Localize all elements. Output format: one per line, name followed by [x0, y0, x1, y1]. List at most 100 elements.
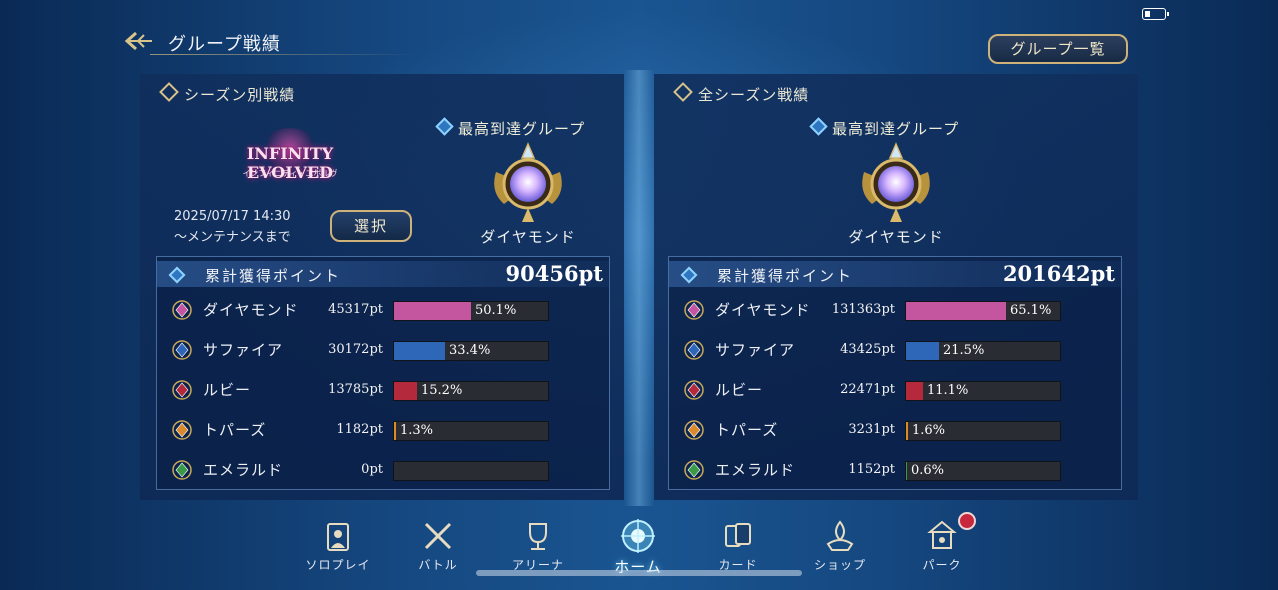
- stat-row: トパーズ 3231pt 1.6%: [669, 413, 1121, 453]
- stat-bar-track: 1.3%: [393, 421, 549, 441]
- stat-row: ダイヤモンド 131363pt 65.1%: [669, 293, 1121, 333]
- gem-icon: [683, 299, 705, 321]
- page-title: グループ戦績: [168, 34, 281, 55]
- diamond-bullet-icon: [680, 266, 698, 284]
- stat-row-points: 1182pt: [336, 422, 383, 437]
- deadline-date: 2025/07/17 14:30: [174, 209, 291, 224]
- stat-row: ルビー 13785pt 15.2%: [157, 373, 609, 413]
- season-logo: INFINITY EVOLVED インフィニティ・エボルヴ: [218, 128, 362, 184]
- bottom-nav: ソロプレイ バトル アリーナ ホーム カードショップ パーク: [0, 508, 1278, 590]
- stat-row-points: 0pt: [361, 462, 383, 477]
- stat-row-name: トパーズ: [715, 421, 779, 439]
- nav-item-cards[interactable]: カード: [698, 518, 778, 573]
- gem-icon: [683, 459, 705, 481]
- gem-icon: [171, 339, 193, 361]
- stat-bar-percent: 15.2%: [421, 383, 463, 398]
- stat-bar-fill: [906, 342, 939, 360]
- diamond-bullet-icon: [435, 117, 454, 136]
- stat-bar-track: 21.5%: [905, 341, 1061, 361]
- stat-bar-percent: 65.1%: [1010, 303, 1052, 318]
- gem-icon: [683, 419, 705, 441]
- nav-item-shop[interactable]: ショップ: [800, 518, 880, 573]
- stat-row-name: ダイヤモンド: [203, 301, 299, 319]
- stat-row: サファイア 30172pt 33.4%: [157, 333, 609, 373]
- stat-row: サファイア 43425pt 21.5%: [669, 333, 1121, 373]
- nav-label: ショップ: [813, 558, 866, 572]
- solo-play-icon: [320, 518, 356, 554]
- gem-icon: [683, 339, 705, 361]
- nav-item-park[interactable]: パーク: [902, 512, 982, 573]
- stat-bar-fill: [394, 382, 417, 400]
- back-arrow-icon[interactable]: [124, 30, 154, 52]
- best-group-name: ダイヤモンド: [480, 228, 576, 246]
- panel-divider: [624, 70, 654, 506]
- gem-icon: [171, 299, 193, 321]
- group-list-button[interactable]: グループ一覧: [988, 34, 1128, 64]
- stat-bar-track: 1.6%: [905, 421, 1061, 441]
- stat-row-points: 43425pt: [840, 342, 895, 357]
- stat-bar-fill: [394, 342, 445, 360]
- season-record-panel: シーズン別戦績 INFINITY EVOLVED インフィニティ・エボルヴ 20…: [140, 74, 624, 500]
- stat-row-name: エメラルド: [203, 461, 284, 479]
- stat-row-points: 131363pt: [831, 302, 895, 317]
- stat-row: エメラルド 1152pt 0.6%: [669, 453, 1121, 493]
- stat-row-points: 45317pt: [328, 302, 383, 317]
- season-logo-subtext: インフィニティ・エボルヴ: [242, 169, 338, 178]
- points-label: 累計獲得ポイント: [717, 267, 854, 285]
- diamond-bullet-icon: [159, 82, 179, 102]
- nav-item-battle-swords[interactable]: バトル: [398, 518, 478, 573]
- all-season-record-panel: 全シーズン戦績 最高到達グループ ダイヤモンド 累計獲得ポイント 201642p…: [654, 74, 1138, 500]
- stat-row-points: 22471pt: [840, 382, 895, 397]
- stat-bar-fill: [906, 422, 908, 440]
- stat-row-points: 3231pt: [848, 422, 895, 437]
- diamond-rank-emblem-icon: [486, 142, 570, 226]
- shop-icon: [822, 518, 858, 554]
- stat-bar-percent: 11.1%: [927, 383, 969, 398]
- stat-bar-track: 15.2%: [393, 381, 549, 401]
- gem-icon: [171, 459, 193, 481]
- home-indicator[interactable]: [476, 570, 802, 576]
- points-total: 201642pt: [1002, 261, 1115, 286]
- nav-label: パーク: [922, 558, 962, 572]
- deadline-suffix: 〜メンテナンスまで: [174, 230, 291, 245]
- title-underline: [150, 54, 420, 55]
- select-season-button[interactable]: 選択: [330, 210, 412, 242]
- battery-icon: [1142, 8, 1169, 20]
- diamond-bullet-icon: [673, 82, 693, 102]
- stat-bar-percent: 1.6%: [912, 423, 946, 438]
- best-group-label: 最高到達グループ: [809, 117, 959, 139]
- stat-row-points: 13785pt: [328, 382, 383, 397]
- nav-label: バトル: [418, 558, 458, 572]
- stat-row-name: サファイア: [715, 341, 796, 359]
- stat-row: ダイヤモンド 45317pt 50.1%: [157, 293, 609, 333]
- park-icon: [924, 518, 960, 554]
- stat-row-points: 1152pt: [848, 462, 895, 477]
- gem-icon: [171, 379, 193, 401]
- nav-item-solo-play[interactable]: ソロプレイ: [298, 518, 378, 573]
- stat-bar-track: [393, 461, 549, 481]
- stat-bar-track: 33.4%: [393, 341, 549, 361]
- stat-bar-percent: 0.6%: [911, 463, 945, 478]
- stat-row-name: ルビー: [203, 381, 252, 399]
- points-label: 累計獲得ポイント: [205, 267, 342, 285]
- all-season-section-title: 全シーズン戦績: [673, 82, 809, 105]
- stat-bar-percent: 33.4%: [449, 343, 491, 358]
- stat-bar-track: 50.1%: [393, 301, 549, 321]
- home-icon: [620, 518, 656, 554]
- diamond-bullet-icon: [809, 117, 828, 136]
- stat-bar-track: 11.1%: [905, 381, 1061, 401]
- points-total: 90456pt: [505, 261, 603, 286]
- battle-swords-icon: [420, 518, 456, 554]
- best-group-label: 最高到達グループ: [435, 117, 585, 139]
- points-box: 累計獲得ポイント 90456pt ダイヤモンド 45317pt 50.1% サファイア…: [156, 256, 610, 490]
- nav-item-home[interactable]: ホーム: [598, 518, 678, 577]
- stat-row-name: エメラルド: [715, 461, 796, 479]
- stat-bar-fill: [906, 382, 923, 400]
- stat-row: トパーズ 1182pt 1.3%: [157, 413, 609, 453]
- stat-bar-fill: [906, 302, 1006, 320]
- stat-row-name: サファイア: [203, 341, 284, 359]
- season-deadline: 2025/07/17 14:30 〜メンテナンスまで: [174, 206, 291, 248]
- cards-icon: [720, 518, 756, 554]
- stat-row: エメラルド 0pt: [157, 453, 609, 493]
- nav-item-arena-trophy[interactable]: アリーナ: [498, 518, 578, 573]
